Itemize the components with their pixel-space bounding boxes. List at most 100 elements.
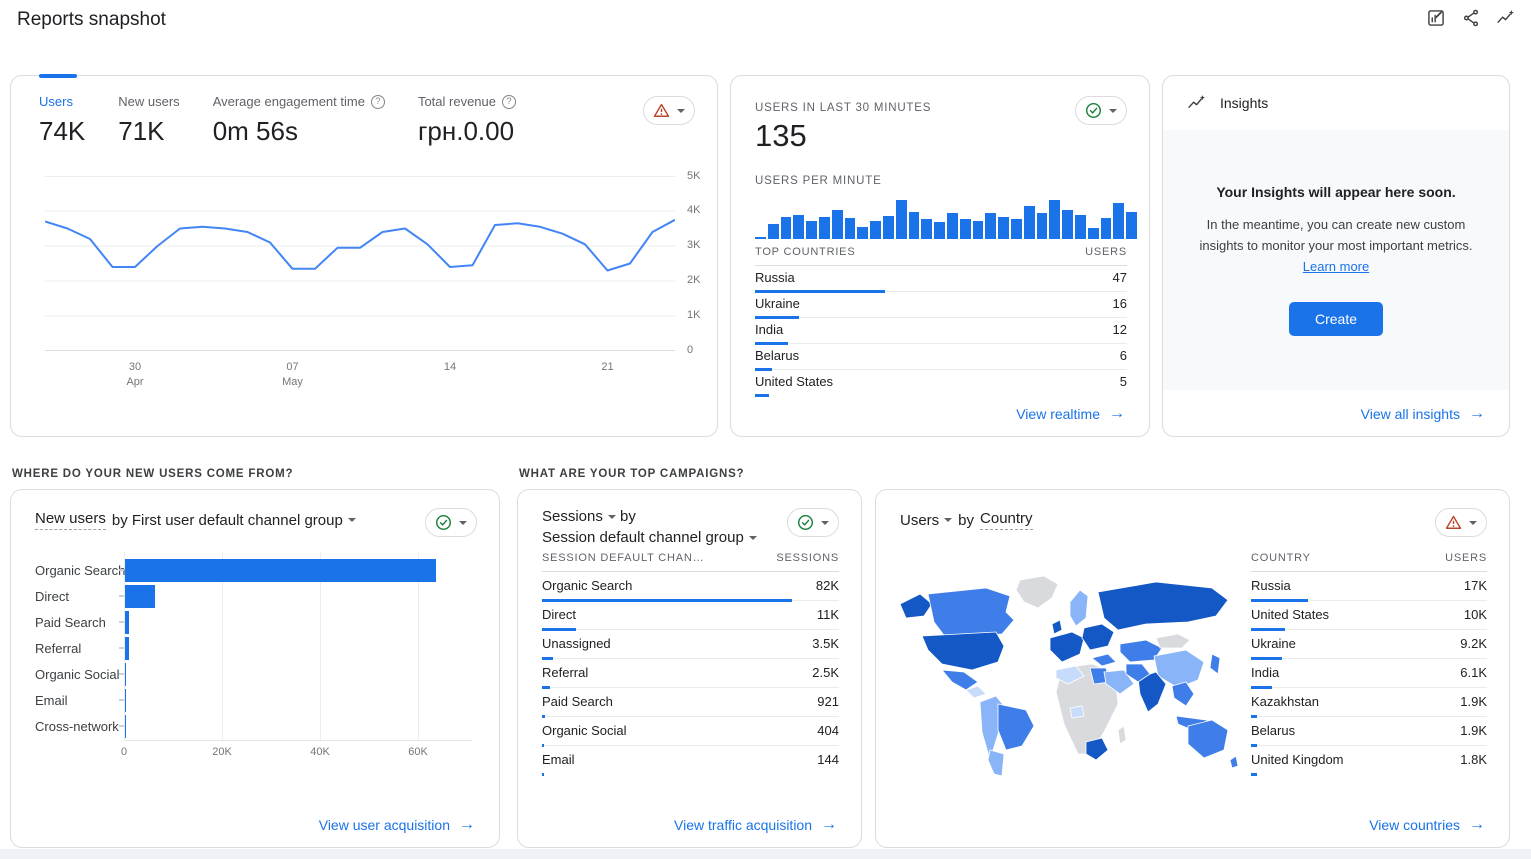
minute-bar (1037, 213, 1048, 239)
bar-row: Referral (35, 635, 480, 661)
data-quality-badge[interactable] (1435, 508, 1487, 537)
dimension-selector[interactable]: Country (980, 510, 1033, 530)
minute-bar (1024, 206, 1035, 239)
reports-snapshot-page: Reports snapshot Users74KNew users71KAve… (0, 0, 1531, 859)
minute-bar (832, 210, 843, 239)
metric-block[interactable]: Average engagement time?0m 56s (213, 94, 385, 147)
learn-more-link[interactable]: Learn more (1303, 259, 1369, 274)
users-line-chart (45, 176, 675, 352)
row-label: Referral (542, 665, 588, 680)
row-value: 17K (1464, 578, 1487, 593)
view-all-insights-link[interactable]: View all insights→ (1361, 405, 1485, 423)
world-map-choropleth (894, 574, 1239, 779)
map-region (1098, 582, 1228, 630)
category-label: Direct (35, 589, 119, 604)
map-region (1070, 706, 1084, 718)
minute-bar (896, 200, 907, 239)
insights-icon (1187, 93, 1207, 113)
table-row: United States5 (755, 370, 1127, 396)
share-icon[interactable] (1460, 7, 1482, 29)
row-label: Email (542, 752, 575, 767)
table-row: United States10K (1251, 601, 1487, 630)
help-icon[interactable]: ? (502, 95, 516, 109)
overview-card: Users74K New users71K Average engagement t… (10, 75, 718, 437)
category-label: Email (35, 693, 119, 708)
category-label: Paid Search (35, 615, 119, 630)
metric-label: Users (39, 94, 85, 109)
row-label: Organic Search (542, 578, 632, 593)
minute-bar (781, 217, 792, 239)
minute-bar (985, 213, 996, 239)
metric-block[interactable]: New users71K (118, 94, 179, 147)
metric-selector[interactable]: Users (900, 512, 952, 529)
minute-bar (1011, 219, 1022, 239)
x-axis-tick-label: 0 (104, 746, 144, 758)
data-quality-badge[interactable] (787, 508, 839, 537)
minute-bar (909, 212, 920, 239)
view-realtime-link[interactable]: View realtime→ (1016, 405, 1125, 423)
users-per-minute-label: USERS PER MINUTE (755, 175, 882, 187)
users-per-minute-chart (755, 195, 1137, 239)
data-quality-badge[interactable] (425, 508, 477, 537)
minute-bar (921, 219, 932, 239)
category-tick (119, 595, 124, 597)
map-region (922, 632, 1004, 670)
dimension-selector[interactable]: by First user default channel group (112, 512, 356, 529)
countries-card: Users by Country (875, 489, 1510, 848)
chevron-down-icon (348, 518, 356, 522)
column-header: COUNTRY (1251, 552, 1311, 564)
metric-label: Average engagement time? (213, 94, 385, 109)
table-row: United Kingdom1.8K (1251, 746, 1487, 775)
row-label: India (755, 322, 783, 337)
help-icon[interactable]: ? (371, 95, 385, 109)
minute-bar (934, 222, 945, 239)
create-insight-button[interactable]: Create (1289, 302, 1383, 336)
map-region (942, 670, 978, 690)
metric-label: Total revenue? (418, 94, 516, 109)
user-acquisition-card: New users by First user default channel … (10, 489, 500, 848)
metric-block[interactable]: Users74K (39, 94, 85, 147)
data-quality-badge[interactable] (643, 96, 695, 125)
category-label: Organic Search (35, 563, 119, 578)
metric-block[interactable]: Total revenue?грн.0.00 (418, 94, 516, 147)
minute-bar (1062, 210, 1073, 239)
customize-report-icon[interactable] (1425, 7, 1447, 29)
metric-selector[interactable]: Sessions (542, 506, 616, 527)
section-title-campaigns: WHAT ARE YOUR TOP CAMPAIGNS? (519, 468, 744, 480)
map-region (1172, 682, 1194, 706)
card-title: Users by Country (900, 510, 1033, 530)
map-region (1070, 590, 1088, 626)
minute-bar (845, 218, 856, 239)
bar (125, 611, 129, 634)
row-value: 3.5K (812, 636, 839, 651)
metric-selector[interactable]: New users (35, 510, 106, 530)
map-region (900, 594, 932, 618)
bar (125, 663, 126, 686)
insights-card: Insights Your Insights will appear here … (1162, 75, 1510, 437)
chevron-down-icon (821, 521, 829, 525)
minute-bar (857, 227, 868, 239)
row-value: 1.9K (1460, 694, 1487, 709)
map-region (988, 750, 1004, 776)
view-user-acquisition-link[interactable]: View user acquisition→ (319, 816, 475, 834)
minute-bar (819, 217, 830, 239)
table-row: Ukraine9.2K (1251, 630, 1487, 659)
column-header: USERS (1085, 246, 1127, 258)
minute-bar (1126, 212, 1137, 239)
view-traffic-acquisition-link[interactable]: View traffic acquisition→ (674, 816, 837, 834)
table-row: Organic Search82K (542, 572, 839, 601)
dimension-selector[interactable]: Session default channel group (542, 527, 757, 548)
row-value: 5 (1120, 374, 1127, 389)
row-value: 404 (817, 723, 839, 738)
data-quality-badge[interactable] (1075, 96, 1127, 125)
minute-bar (998, 217, 1009, 239)
x-axis-tick-label: 14 (428, 360, 472, 375)
table-row: Referral2.5K (542, 659, 839, 688)
view-countries-link[interactable]: View countries→ (1369, 816, 1485, 834)
table-row: India6.1K (1251, 659, 1487, 688)
chevron-down-icon (1469, 521, 1477, 525)
row-label: India (1251, 665, 1279, 680)
bar-row: Cross-network (35, 713, 480, 739)
insights-icon[interactable] (1495, 7, 1517, 29)
row-value: 9.2K (1460, 636, 1487, 651)
